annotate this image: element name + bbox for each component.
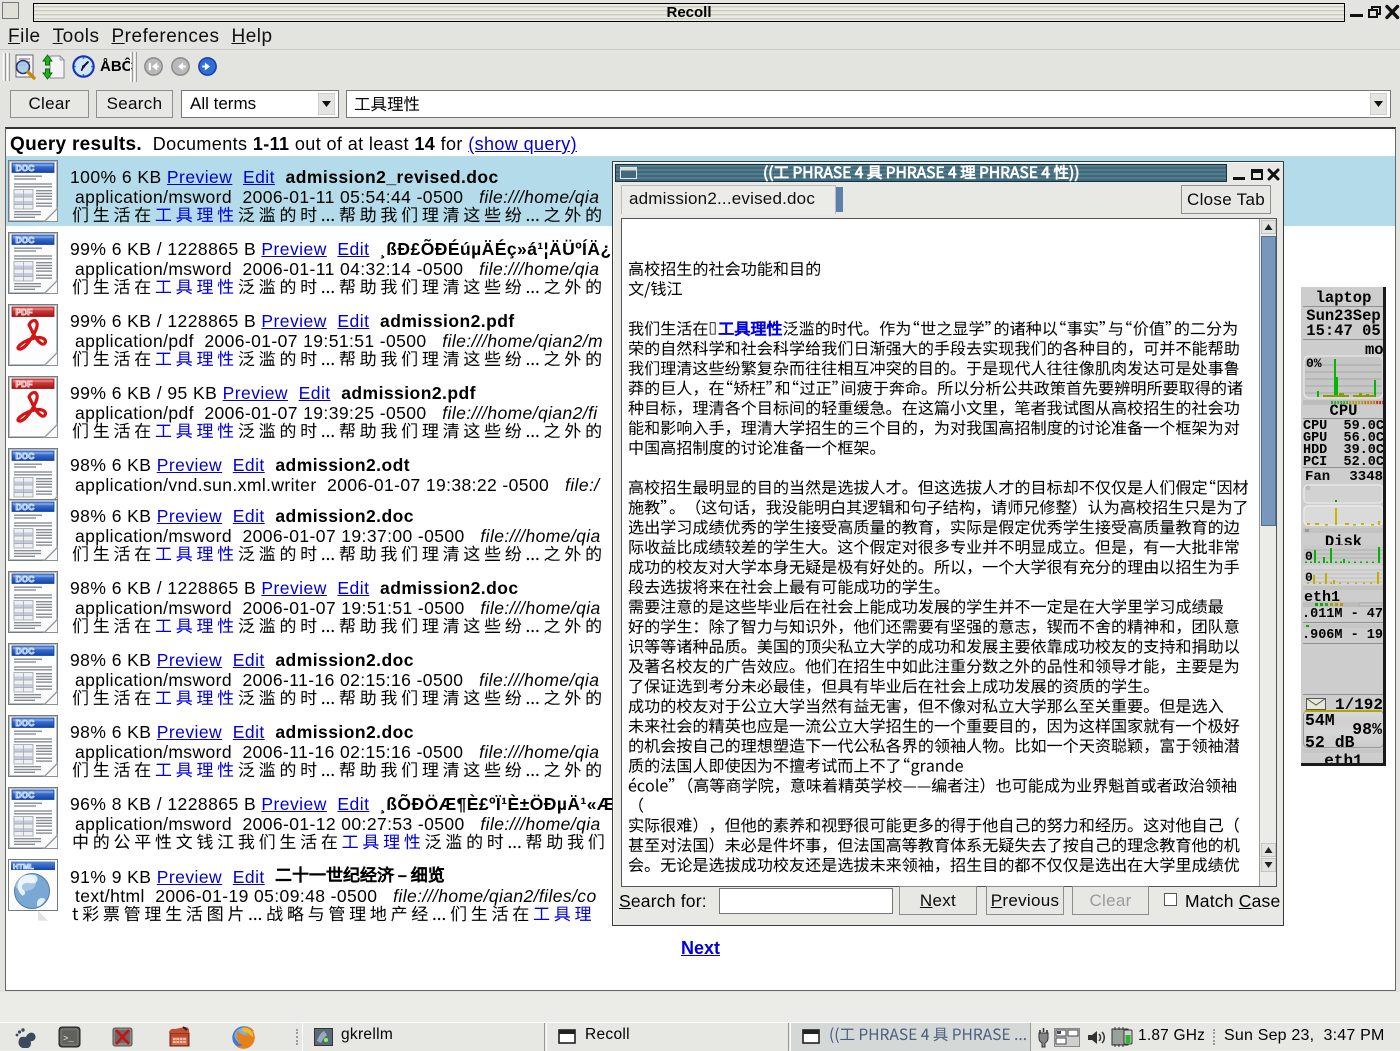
svg-text:>_: >_ <box>63 1034 74 1044</box>
svg-text:0%: 0% <box>1306 356 1322 371</box>
svg-text:HTML: HTML <box>13 862 34 871</box>
svg-text:DOC: DOC <box>16 790 35 800</box>
svg-text:PDF: PDF <box>16 379 33 389</box>
svg-text:0: 0 <box>1305 570 1313 585</box>
svg-text:DOC: DOC <box>16 574 35 584</box>
svg-text:DOC: DOC <box>16 163 35 173</box>
svg-text:PDF: PDF <box>16 307 33 317</box>
svg-text:DOC: DOC <box>16 502 35 512</box>
svg-text:DOC: DOC <box>16 235 35 245</box>
svg-text:0: 0 <box>1305 549 1313 564</box>
svg-text:DOC: DOC <box>16 451 35 461</box>
svg-text:DOC: DOC <box>16 718 35 728</box>
svg-text:DOC: DOC <box>16 646 35 656</box>
